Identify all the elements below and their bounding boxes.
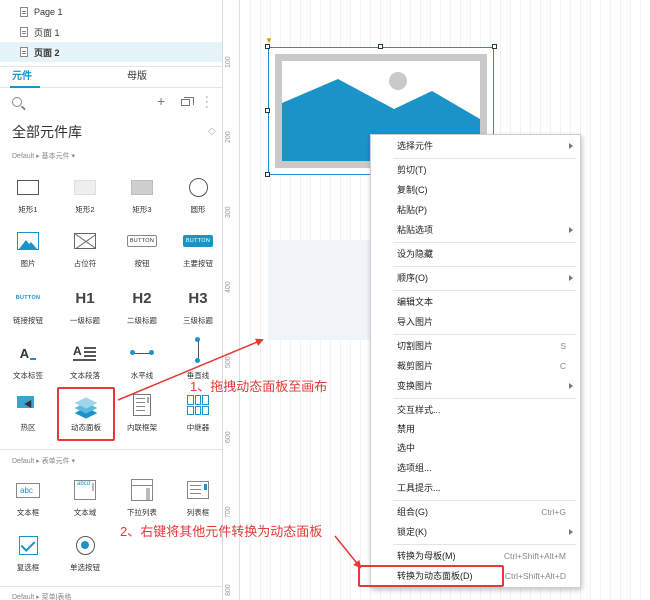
annotation-arrows <box>117 338 362 569</box>
app-window: Page 1 页面 1 页面 2 元件 母版 + · · · 全部元件库 ◇ Def… <box>0 0 650 600</box>
annotation-arrow <box>334 535 362 569</box>
annotation-step1: 1、拖拽动态面板至画布 <box>190 379 328 394</box>
annotation-step2: 2、右键将其他元件转换为动态面板 <box>120 524 323 539</box>
